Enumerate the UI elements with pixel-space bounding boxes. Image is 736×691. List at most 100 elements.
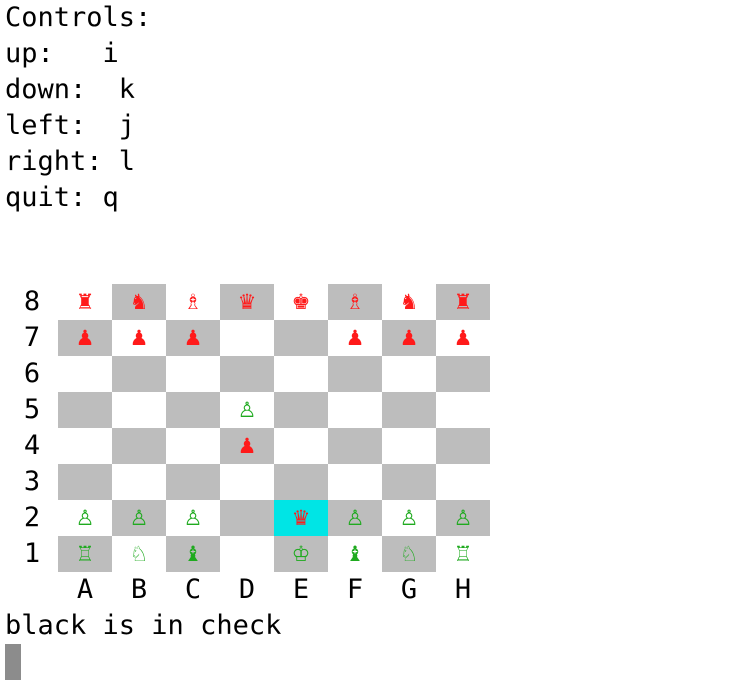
red-pawn-icon: ♟ — [183, 326, 203, 350]
green-knight-icon: ♘ — [399, 542, 419, 566]
square-g7[interactable]: ♟ — [382, 320, 436, 356]
square-g5[interactable] — [382, 392, 436, 428]
rank-label: 6 — [23, 358, 41, 389]
square-h3[interactable] — [436, 464, 490, 500]
square-f8[interactable]: ♗ — [328, 284, 382, 320]
square-a2[interactable]: ♙ — [58, 500, 112, 536]
square-b7[interactable]: ♟ — [112, 320, 166, 356]
square-b3[interactable] — [112, 464, 166, 500]
controls-help: Controls: up: i down: k left: j right: l… — [5, 0, 151, 216]
red-pawn-icon: ♟ — [345, 326, 365, 350]
control-up: up: i — [5, 38, 119, 69]
square-g8[interactable]: ♞ — [382, 284, 436, 320]
square-g1[interactable]: ♘ — [382, 536, 436, 572]
square-h2[interactable]: ♙ — [436, 500, 490, 536]
rank-label: 1 — [23, 538, 41, 569]
square-f5[interactable] — [328, 392, 382, 428]
square-d6[interactable] — [220, 356, 274, 392]
status-message: black is in check — [5, 610, 282, 641]
square-f1[interactable]: ♝ — [328, 536, 382, 572]
green-pawn-icon: ♙ — [453, 506, 473, 530]
square-a1[interactable]: ♖ — [58, 536, 112, 572]
red-queen-icon: ♛ — [291, 506, 311, 530]
square-f6[interactable] — [328, 356, 382, 392]
file-label: H — [454, 574, 472, 605]
rank-label: 5 — [23, 394, 41, 425]
red-knight-icon: ♞ — [399, 290, 419, 314]
square-h8[interactable]: ♜ — [436, 284, 490, 320]
square-d5[interactable]: ♙ — [220, 392, 274, 428]
square-g2[interactable]: ♙ — [382, 500, 436, 536]
file-label: G — [400, 574, 418, 605]
red-pawn-icon: ♟ — [237, 434, 257, 458]
square-b8[interactable]: ♞ — [112, 284, 166, 320]
square-g3[interactable] — [382, 464, 436, 500]
square-e5[interactable] — [274, 392, 328, 428]
square-a7[interactable]: ♟ — [58, 320, 112, 356]
square-c8[interactable]: ♗ — [166, 284, 220, 320]
file-label: B — [130, 574, 148, 605]
square-e2[interactable]: ♛ — [274, 500, 328, 536]
square-g6[interactable] — [382, 356, 436, 392]
square-d1[interactable] — [220, 536, 274, 572]
red-pawn-icon: ♟ — [75, 326, 95, 350]
control-right: right: l — [5, 146, 136, 177]
square-b6[interactable] — [112, 356, 166, 392]
red-pawn-icon: ♟ — [129, 326, 149, 350]
red-bishop-icon: ♗ — [183, 290, 203, 314]
file-label: C — [184, 574, 202, 605]
green-pawn-icon: ♙ — [183, 506, 203, 530]
square-a3[interactable] — [58, 464, 112, 500]
square-e3[interactable] — [274, 464, 328, 500]
square-f2[interactable]: ♙ — [328, 500, 382, 536]
square-c7[interactable]: ♟ — [166, 320, 220, 356]
rank-label: 8 — [23, 286, 41, 317]
square-a6[interactable] — [58, 356, 112, 392]
square-a8[interactable]: ♜ — [58, 284, 112, 320]
square-c4[interactable] — [166, 428, 220, 464]
square-f7[interactable]: ♟ — [328, 320, 382, 356]
red-pawn-icon: ♟ — [399, 326, 419, 350]
square-b2[interactable]: ♙ — [112, 500, 166, 536]
square-h5[interactable] — [436, 392, 490, 428]
square-c3[interactable] — [166, 464, 220, 500]
square-h6[interactable] — [436, 356, 490, 392]
square-d3[interactable] — [220, 464, 274, 500]
square-h7[interactable]: ♟ — [436, 320, 490, 356]
square-e6[interactable] — [274, 356, 328, 392]
red-rook-icon: ♜ — [75, 290, 95, 314]
square-c2[interactable]: ♙ — [166, 500, 220, 536]
square-d4[interactable]: ♟ — [220, 428, 274, 464]
square-a5[interactable] — [58, 392, 112, 428]
square-c6[interactable] — [166, 356, 220, 392]
square-e8[interactable]: ♚ — [274, 284, 328, 320]
square-g4[interactable] — [382, 428, 436, 464]
square-a4[interactable] — [58, 428, 112, 464]
square-d2[interactable] — [220, 500, 274, 536]
square-b5[interactable] — [112, 392, 166, 428]
square-f3[interactable] — [328, 464, 382, 500]
square-c1[interactable]: ♝ — [166, 536, 220, 572]
square-e7[interactable] — [274, 320, 328, 356]
square-b4[interactable] — [112, 428, 166, 464]
rank-labels: 8 7 6 5 4 3 2 1 — [20, 284, 44, 572]
rank-label: 2 — [23, 502, 41, 533]
square-d7[interactable] — [220, 320, 274, 356]
red-rook-icon: ♜ — [453, 290, 473, 314]
square-h1[interactable]: ♖ — [436, 536, 490, 572]
green-king-icon: ♔ — [291, 542, 311, 566]
square-b1[interactable]: ♘ — [112, 536, 166, 572]
green-pawn-icon: ♙ — [345, 506, 365, 530]
green-knight-icon: ♘ — [129, 542, 149, 566]
green-pawn-icon: ♙ — [75, 506, 95, 530]
square-f4[interactable] — [328, 428, 382, 464]
square-d8[interactable]: ♛ — [220, 284, 274, 320]
square-h4[interactable] — [436, 428, 490, 464]
green-bishop-icon: ♝ — [345, 542, 365, 566]
rank-label: 4 — [23, 430, 41, 461]
square-e4[interactable] — [274, 428, 328, 464]
square-c5[interactable] — [166, 392, 220, 428]
file-label: F — [346, 574, 364, 605]
square-e1[interactable]: ♔ — [274, 536, 328, 572]
green-rook-icon: ♖ — [75, 542, 95, 566]
